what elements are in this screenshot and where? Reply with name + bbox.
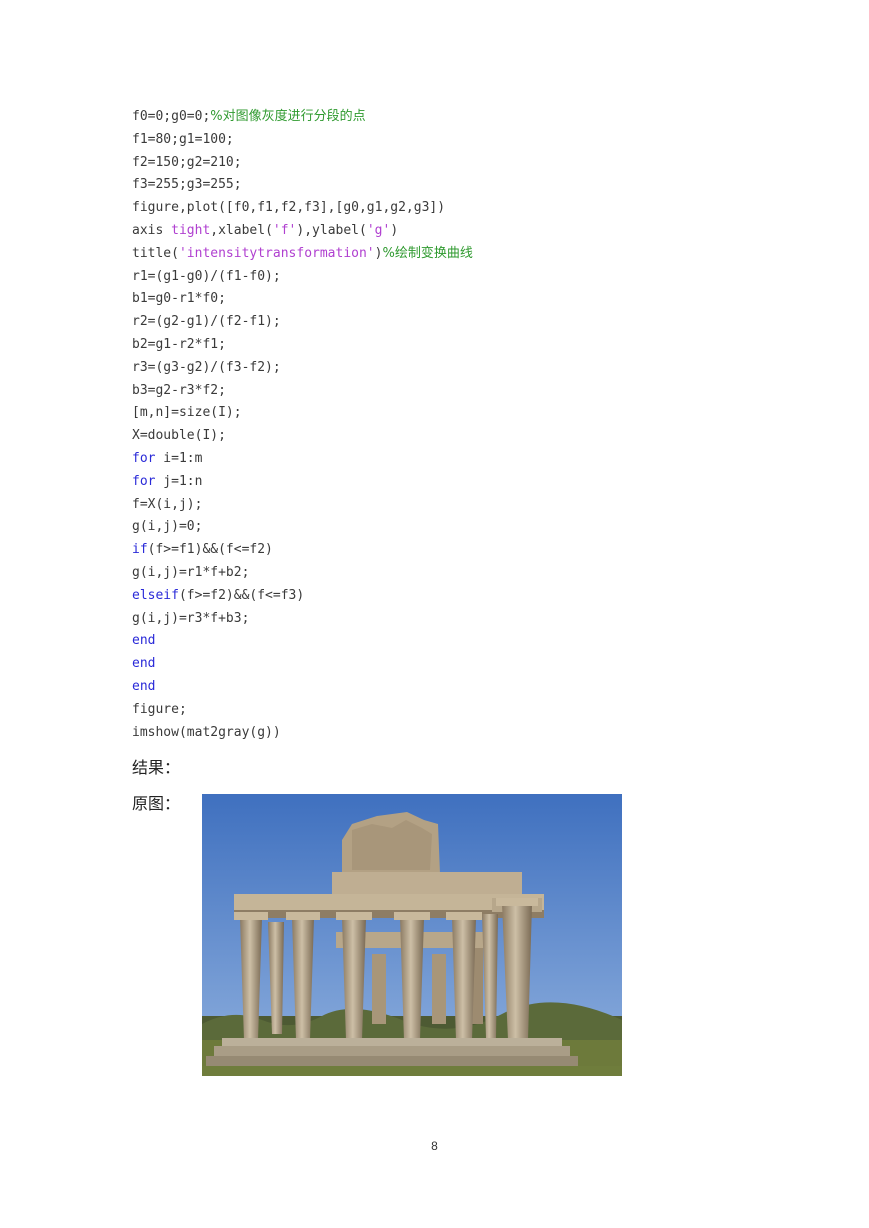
code-line: f2=150;g2=210; — [132, 152, 473, 175]
code-line: end — [132, 653, 473, 676]
code-keyword: end — [132, 678, 156, 694]
code-keyword: for — [132, 450, 156, 466]
code-text: (f>=f1)&&(f<=f2) — [147, 542, 273, 558]
code-text: imshow(mat2gray(g)) — [132, 724, 281, 740]
code-line: g(i,j)=0; — [132, 516, 473, 539]
code-line: end — [132, 676, 473, 699]
code-text: r2=(g2-g1)/(f2-f1); — [132, 314, 281, 330]
code-block: f0=0;g0=0;%对图像灰度进行分段的点 f1=80;g1=100; f2=15… — [132, 106, 473, 744]
code-text: X=double(I); — [132, 428, 226, 444]
code-line: b1=g0-r1*f0; — [132, 288, 473, 311]
code-line: b2=g1-r2*f1; — [132, 334, 473, 357]
code-line: r3=(g3-g2)/(f3-f2); — [132, 357, 473, 380]
code-keyword: elseif — [132, 587, 179, 603]
code-line: figure,plot([f0,f1,f2,f3],[g0,g1,g2,g3]) — [132, 197, 473, 220]
code-text: i=1:m — [155, 450, 203, 466]
code-keyword: for — [132, 473, 156, 489]
code-line: elseif(f>=f2)&&(f<=f3) — [132, 585, 473, 608]
code-keyword: end — [132, 656, 156, 672]
code-comment: %对图像灰度进行分段的点 — [210, 109, 366, 124]
code-line: b3=g2-r3*f2; — [132, 380, 473, 403]
code-text: r3=(g3-g2)/(f3-f2); — [132, 359, 281, 375]
code-line: g(i,j)=r1*f+b2; — [132, 562, 473, 585]
original-temple-image — [202, 794, 622, 1076]
code-line: r1=(g1-g0)/(f1-f0); — [132, 266, 473, 289]
code-comment: %绘制变换曲线 — [382, 245, 473, 261]
result-label: 结果： — [132, 758, 181, 777]
code-line: axis tight,xlabel('f'),ylabel('g') — [132, 220, 473, 243]
code-line: figure; — [132, 699, 473, 722]
code-text: f=X(i,j); — [132, 496, 203, 512]
code-text: ) — [390, 222, 399, 238]
code-line: r2=(g2-g1)/(f2-f1); — [132, 311, 473, 334]
code-line: for j=1:n — [132, 471, 473, 494]
code-text: figure; — [132, 701, 187, 717]
code-string: tight — [171, 222, 211, 238]
code-text: b2=g1-r2*f1; — [132, 336, 226, 352]
code-line: for i=1:m — [132, 448, 473, 471]
code-text: f2=150;g2=210; — [132, 154, 242, 170]
code-text: f1=80;g1=100; — [132, 131, 234, 147]
code-text: [m,n]=size(I); — [132, 405, 242, 421]
code-line: title('intensitytransformation')%绘制变换曲线 — [132, 243, 473, 266]
code-keyword: end — [132, 633, 156, 649]
temple-photo-icon — [202, 794, 622, 1076]
code-text: r1=(g1-g0)/(f1-f0); — [132, 268, 281, 284]
code-keyword: if — [132, 542, 148, 558]
code-text: title( — [132, 245, 179, 261]
original-image-label: 原图： — [132, 794, 181, 813]
code-line: end — [132, 630, 473, 653]
code-line: f=X(i,j); — [132, 494, 473, 517]
code-string: 'f' — [272, 222, 297, 238]
code-text: f3=255;g3=255; — [132, 177, 242, 193]
document-page: f0=0;g0=0;%对图像灰度进行分段的点 f1=80;g1=100; f2=15… — [0, 0, 869, 1228]
code-line: f1=80;g1=100; — [132, 129, 473, 152]
code-string: 'g' — [366, 222, 391, 238]
code-text: figure,plot([f0,f1,f2,f3],[g0,g1,g2,g3]) — [132, 200, 446, 216]
code-line: X=double(I); — [132, 425, 473, 448]
code-text: ,xlabel( — [210, 222, 273, 238]
code-text: g(i,j)=r1*f+b2; — [132, 564, 250, 580]
code-text: axis — [132, 222, 172, 238]
code-text: b1=g0-r1*f0; — [132, 291, 226, 307]
code-text: g(i,j)=r3*f+b3; — [132, 610, 250, 626]
code-line: [m,n]=size(I); — [132, 402, 473, 425]
code-text: ),ylabel( — [296, 222, 367, 238]
code-text: f0=0;g0=0; — [132, 109, 211, 124]
code-line: f3=255;g3=255; — [132, 174, 473, 197]
page-number: 8 — [431, 1139, 438, 1153]
code-text: g(i,j)=0; — [132, 519, 203, 535]
code-text: b3=g2-r3*f2; — [132, 382, 226, 398]
code-line: g(i,j)=r3*f+b3; — [132, 608, 473, 631]
code-string: 'intensitytransformation' — [178, 245, 375, 261]
code-line: f0=0;g0=0;%对图像灰度进行分段的点 — [132, 106, 473, 129]
code-text: j=1:n — [155, 473, 203, 489]
code-text: (f>=f2)&&(f<=f3) — [178, 587, 305, 603]
code-line: if(f>=f1)&&(f<=f2) — [132, 539, 473, 562]
code-line: imshow(mat2gray(g)) — [132, 722, 473, 745]
